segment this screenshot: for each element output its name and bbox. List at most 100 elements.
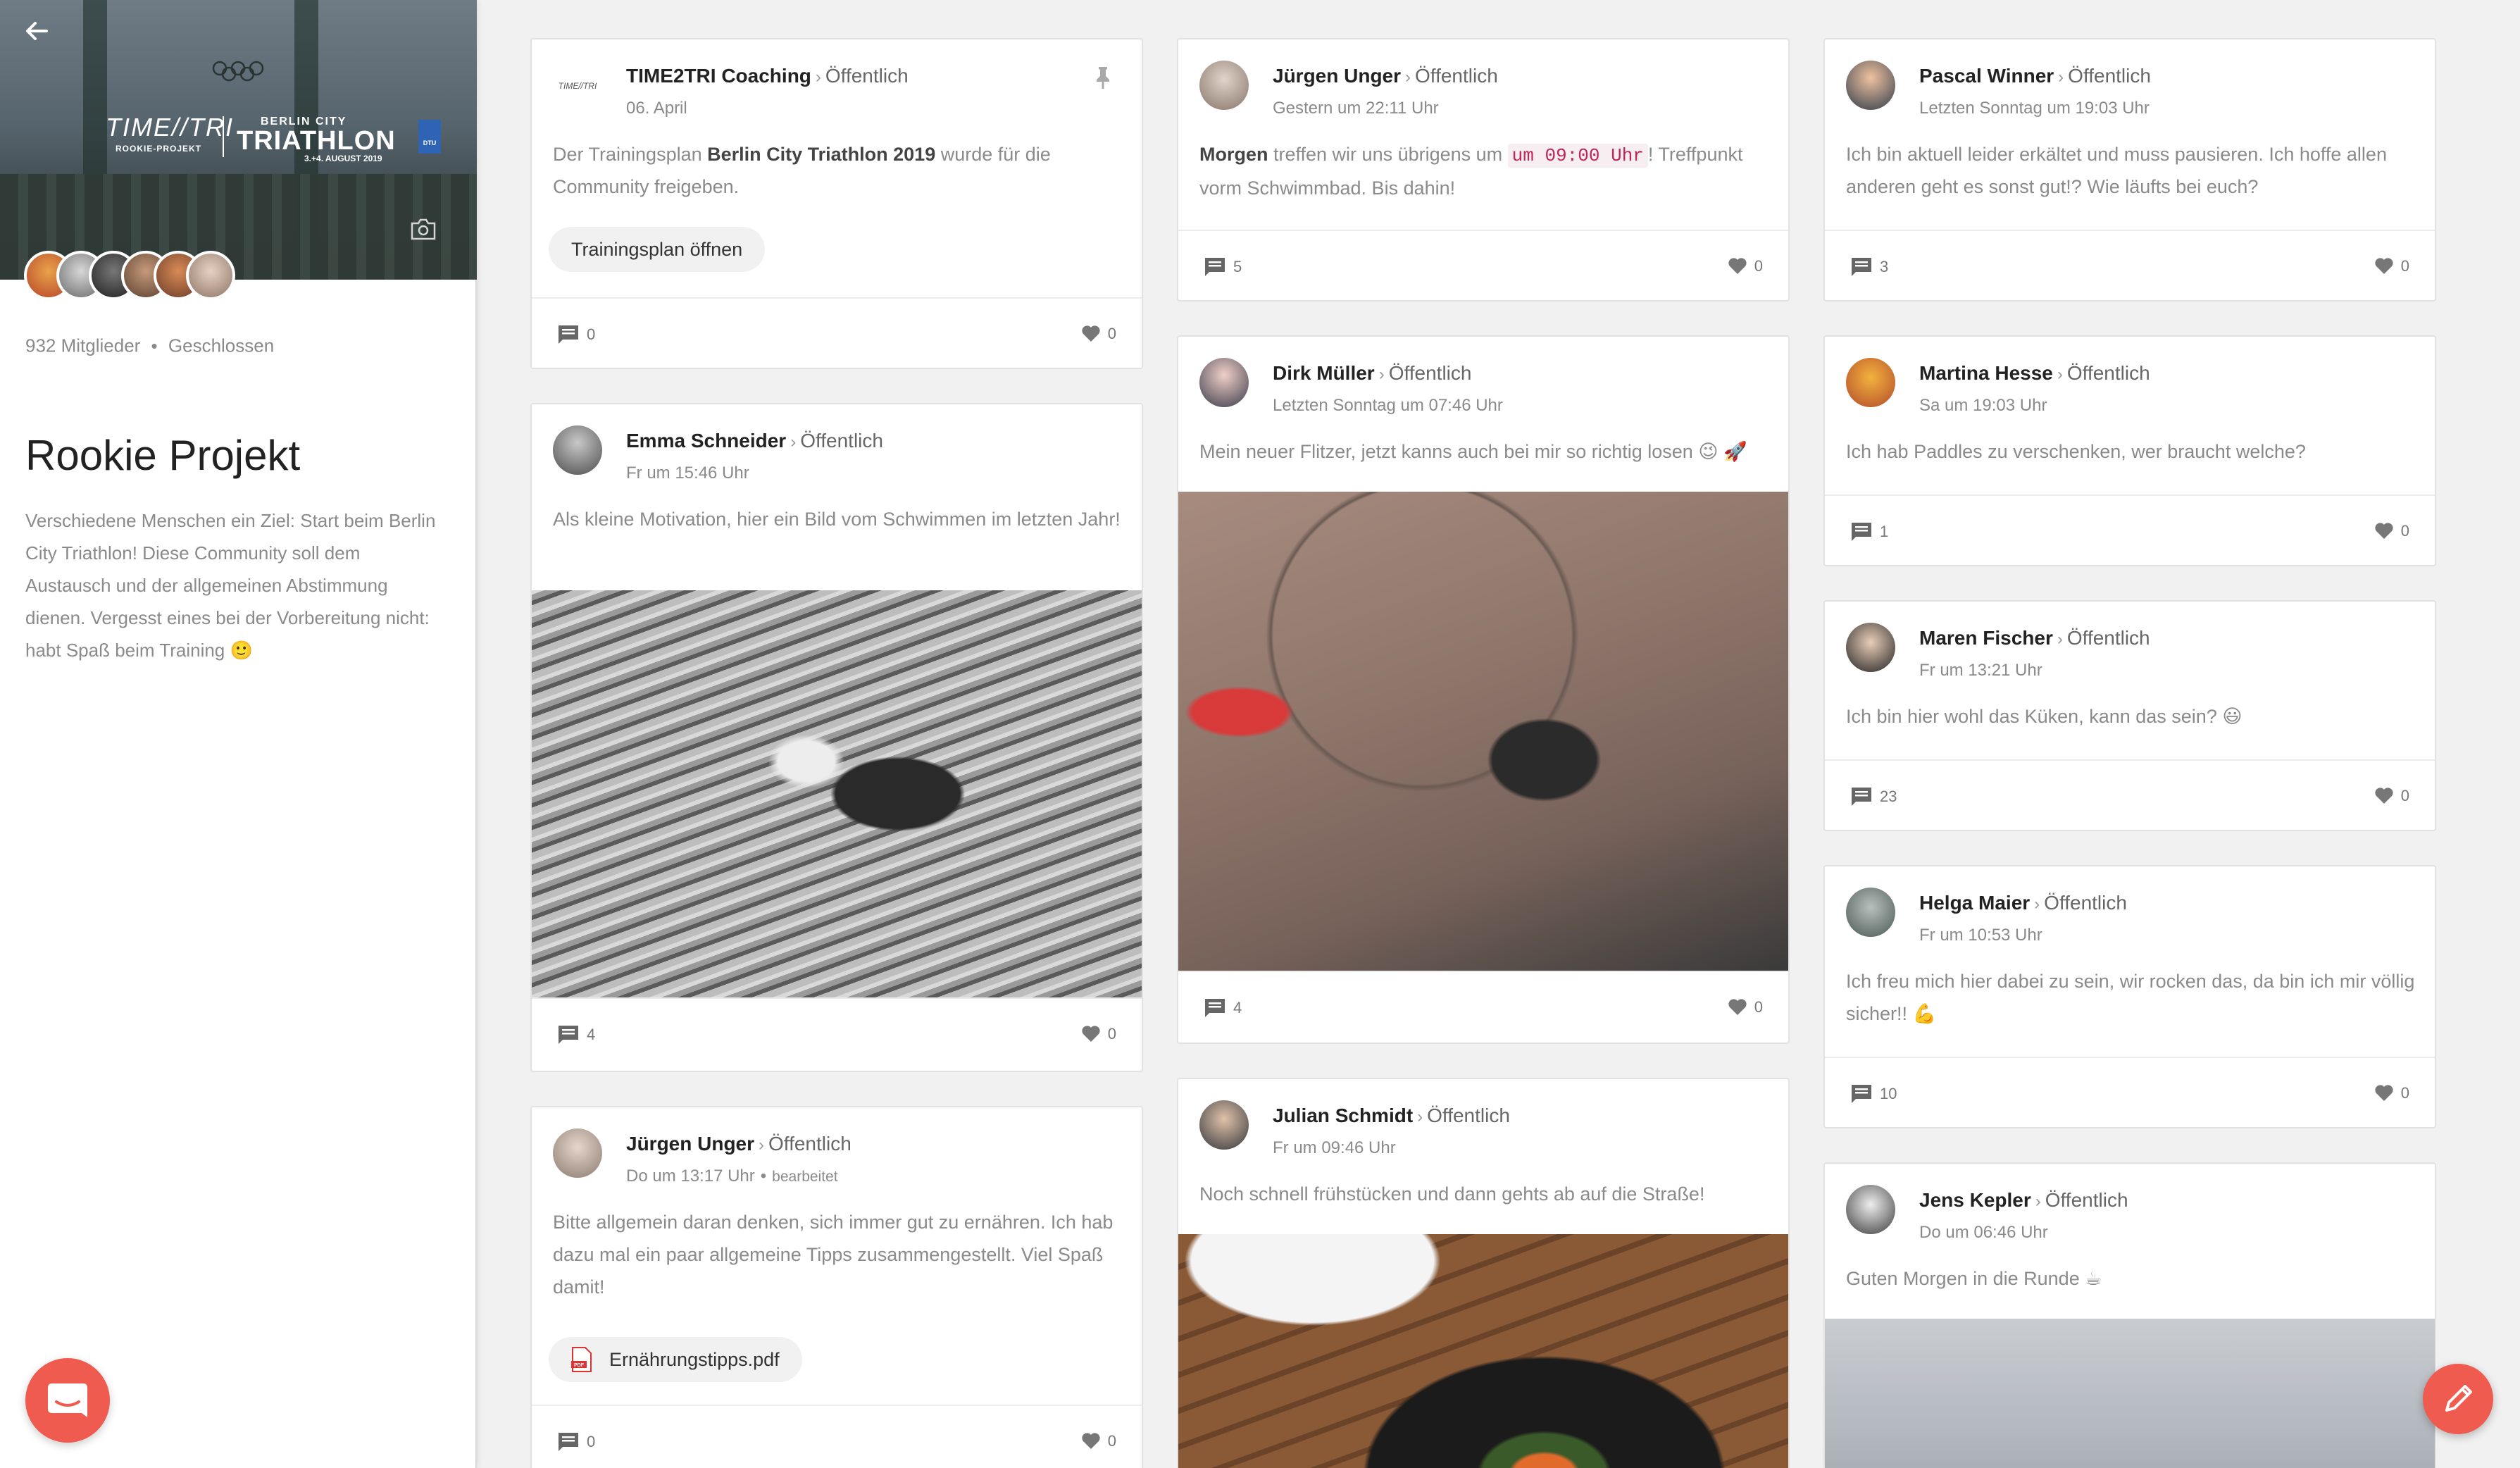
author-name[interactable]: Jürgen Unger — [1273, 65, 1401, 87]
post-card-p10[interactable]: Helga Maier › Öffentlich Fr um 10:53 Uhr I… — [1823, 865, 2436, 1128]
post-image-swimming[interactable] — [532, 590, 1142, 997]
post-time[interactable]: Sa um 19:03 Uhr — [1919, 396, 2047, 416]
author-avatar[interactable]: TIME//TRI — [553, 61, 602, 110]
post-image-breakfast[interactable] — [1178, 1234, 1788, 1468]
author-name[interactable]: Pascal Winner — [1919, 65, 2054, 87]
post-card-p5[interactable]: Dirk Müller › Öffentlich Letzten Sonntag u… — [1177, 335, 1790, 1044]
post-card-p4[interactable]: Jürgen Unger › Öffentlich Gestern um 22:11… — [1177, 38, 1790, 301]
attachment-pdf[interactable]: PDF Ernährungstipps.pdf — [549, 1337, 802, 1382]
comments-button[interactable]: 0 — [557, 324, 595, 345]
member-count[interactable]: 932 Mitglieder — [25, 335, 140, 356]
like-button[interactable]: 0 — [1728, 997, 1763, 1016]
post-footer: 0 0 — [532, 299, 1142, 368]
chat-icon — [48, 1383, 87, 1417]
chevron-right-icon: › — [2034, 895, 2040, 914]
comments-button[interactable]: 4 — [557, 1024, 595, 1045]
comments-button[interactable]: 10 — [1850, 1083, 1897, 1105]
post-card-p1[interactable]: TIME//TRI TIME2TRI Coaching › Öffentlich 0… — [530, 38, 1143, 369]
post-time[interactable]: Fr um 13:21 Uhr — [1919, 661, 2042, 680]
member-avatar[interactable] — [186, 251, 235, 300]
compose-post-button[interactable] — [2423, 1364, 2493, 1434]
post-header: Jürgen Unger › Öffentlich Gestern um 22:11… — [1178, 39, 1788, 131]
author-avatar[interactable] — [553, 425, 602, 475]
open-training-plan-button[interactable]: Trainingsplan öffnen — [549, 227, 766, 272]
post-card-p6[interactable]: Julian Schmidt › Öffentlich Fr um 09:46 Uh… — [1177, 1078, 1790, 1468]
author-line: Maren Fischer › Öffentlich — [1919, 627, 2150, 649]
like-count: 0 — [2400, 257, 2409, 275]
author-line: Pascal Winner › Öffentlich — [1919, 65, 2151, 87]
like-button[interactable]: 0 — [2374, 786, 2409, 805]
post-text: Ich bin hier wohl das Küken, kann das se… — [1846, 706, 2243, 727]
post-visibility: Öffentlich — [1415, 65, 1498, 87]
author-name[interactable]: Julian Schmidt — [1273, 1105, 1413, 1126]
post-image-morning[interactable] — [1825, 1319, 2435, 1468]
post-time[interactable]: Letzten Sonntag um 07:46 Uhr — [1273, 396, 1503, 416]
comments-button[interactable]: 0 — [557, 1431, 595, 1453]
time2tri-logo: TIME//TRI ROOKIE-PROJEKT — [106, 113, 232, 154]
author-avatar[interactable] — [553, 1128, 602, 1178]
post-card-p8[interactable]: Martina Hesse › Öffentlich Sa um 19:03 Uhr… — [1823, 335, 2436, 566]
comments-button[interactable]: 1 — [1850, 521, 1888, 542]
author-avatar[interactable] — [1199, 61, 1249, 110]
post-image-bike[interactable] — [1178, 492, 1788, 971]
like-count: 0 — [1754, 998, 1763, 1016]
post-card-p9[interactable]: Maren Fischer › Öffentlich Fr um 13:21 Uhr… — [1823, 600, 2436, 831]
post-text: Mein neuer Flitzer, jetzt kanns auch bei… — [1199, 441, 1747, 462]
like-button[interactable]: 0 — [2374, 256, 2409, 275]
post-header: Jens Kepler › Öffentlich Do um 06:46 Uhr — [1825, 1164, 2435, 1255]
post-time[interactable]: 06. April — [626, 99, 687, 118]
author-avatar[interactable] — [1846, 1185, 1895, 1234]
post-time[interactable]: Fr um 15:46 Uhr — [626, 464, 749, 483]
author-avatar[interactable] — [1199, 1100, 1249, 1150]
author-avatar[interactable] — [1846, 61, 1895, 110]
post-card-p7[interactable]: Pascal Winner › Öffentlich Letzten Sonntag… — [1823, 38, 2436, 301]
author-name[interactable]: TIME2TRI Coaching — [626, 65, 811, 87]
comments-button[interactable]: 23 — [1850, 786, 1897, 807]
chat-button[interactable] — [25, 1358, 110, 1443]
author-name[interactable]: Dirk Müller — [1273, 362, 1375, 384]
like-button[interactable]: 0 — [1081, 1431, 1116, 1450]
author-line: Helga Maier › Öffentlich — [1919, 892, 2127, 914]
comment-icon — [1205, 999, 1225, 1017]
post-text: Morgen treffen wir uns übrigens um um 09… — [1199, 138, 1770, 204]
author-avatar[interactable] — [1846, 888, 1895, 937]
post-footer: 5 0 — [1178, 231, 1788, 300]
time-separator: • — [760, 1167, 767, 1186]
camera-icon[interactable] — [410, 217, 437, 241]
post-card-p2[interactable]: Emma Schneider › Öffentlich Fr um 15:46 Uh… — [530, 403, 1143, 1072]
author-name[interactable]: Helga Maier — [1919, 892, 2030, 914]
post-time[interactable]: Fr um 10:53 Uhr — [1919, 926, 2042, 945]
like-button[interactable]: 0 — [1728, 256, 1763, 275]
author-avatar[interactable] — [1846, 358, 1895, 407]
post-time[interactable]: Gestern um 22:11 Uhr — [1273, 99, 1439, 118]
back-arrow-icon[interactable] — [21, 15, 52, 46]
comments-button[interactable]: 3 — [1850, 256, 1888, 278]
post-time[interactable]: Fr um 09:46 Uhr — [1273, 1138, 1396, 1158]
post-time[interactable]: Do um 13:17 Uhr — [626, 1167, 755, 1186]
like-button[interactable]: 0 — [1081, 1024, 1116, 1043]
like-button[interactable]: 0 — [2374, 521, 2409, 540]
chevron-right-icon: › — [790, 433, 797, 452]
comment-icon — [1852, 1085, 1871, 1103]
post-time[interactable]: Letzten Sonntag um 19:03 Uhr — [1919, 99, 2150, 118]
like-button[interactable]: 0 — [2374, 1083, 2409, 1102]
author-name[interactable]: Jens Kepler — [1919, 1189, 2031, 1211]
logo-separator — [223, 116, 224, 157]
like-count: 0 — [1754, 257, 1763, 275]
post-footer: 1 0 — [1825, 496, 2435, 565]
comments-button[interactable]: 4 — [1204, 997, 1242, 1019]
author-name[interactable]: Maren Fischer — [1919, 627, 2053, 649]
comments-button[interactable]: 5 — [1204, 256, 1242, 278]
chevron-right-icon: › — [1405, 68, 1411, 87]
author-name[interactable]: Jürgen Unger — [626, 1133, 754, 1155]
post-time[interactable]: Do um 06:46 Uhr — [1919, 1223, 2048, 1243]
author-avatar[interactable] — [1199, 358, 1249, 407]
post-card-p3[interactable]: Jürgen Unger › Öffentlich Do um 13:17 Uhr •… — [530, 1106, 1143, 1468]
post-card-p11[interactable]: Jens Kepler › Öffentlich Do um 06:46 Uhr G… — [1823, 1162, 2436, 1468]
author-avatar[interactable] — [1846, 623, 1895, 672]
post-text-code: um 09:00 Uhr — [1507, 144, 1648, 168]
like-button[interactable]: 0 — [1081, 324, 1116, 343]
pin-icon[interactable] — [1092, 65, 1114, 90]
author-name[interactable]: Martina Hesse — [1919, 362, 2053, 384]
author-name[interactable]: Emma Schneider — [626, 430, 786, 452]
